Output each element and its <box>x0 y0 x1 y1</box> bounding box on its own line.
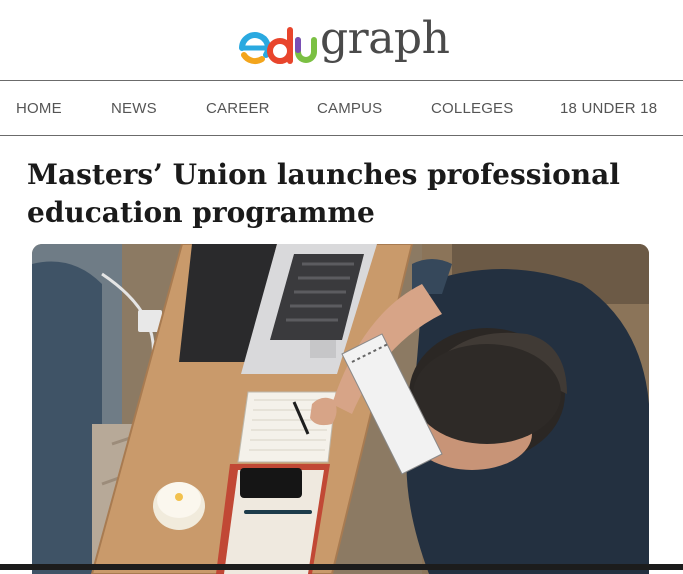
logo-wordmark: graph <box>320 13 450 64</box>
article-hero-image[interactable] <box>32 244 649 574</box>
edu-logo-mark <box>239 27 317 64</box>
nav-item-colleges[interactable]: COLLEGES <box>431 100 513 117</box>
nav-item-news[interactable]: NEWS <box>111 100 157 117</box>
article-headline: Masters’ Union launches professional edu… <box>27 158 620 229</box>
edugraph-logo[interactable]: graph <box>238 4 450 66</box>
nav-item-18-under-18[interactable]: 18 UNDER 18 <box>560 100 657 117</box>
main-nav: HOME NEWS CAREER CAMPUS COLLEGES 18 UNDE… <box>0 80 683 136</box>
nav-item-campus[interactable]: CAMPUS <box>317 100 382 117</box>
bottom-bar <box>0 564 683 570</box>
hero-photo-illustration <box>32 244 649 574</box>
nav-item-career[interactable]: CAREER <box>206 100 270 117</box>
site-header: graph <box>0 0 683 80</box>
nav-item-home[interactable]: HOME <box>16 100 62 117</box>
